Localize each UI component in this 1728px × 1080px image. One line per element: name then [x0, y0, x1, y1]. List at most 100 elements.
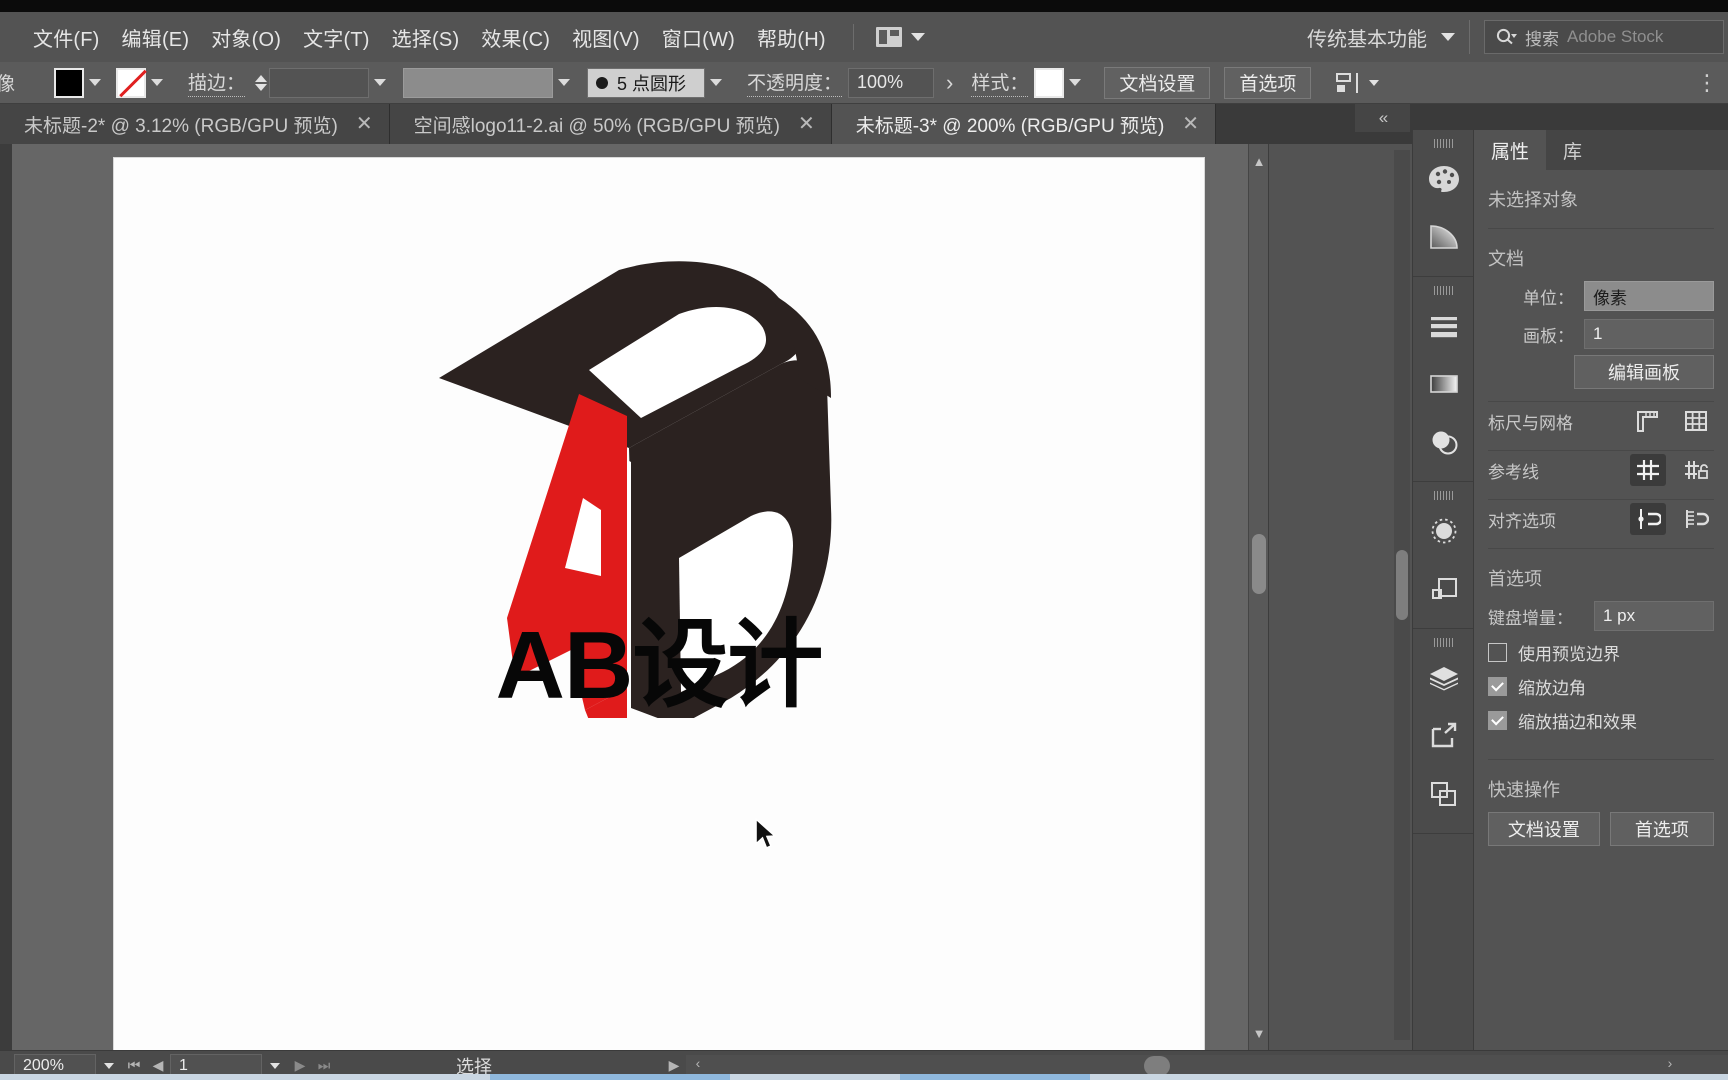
previous-artboard-button[interactable]: ◀ — [146, 1057, 170, 1074]
graphic-style-swatch[interactable] — [1034, 67, 1065, 98]
stroke-weight-input[interactable] — [269, 67, 370, 98]
fill-dropdown-icon[interactable] — [84, 68, 106, 98]
status-expand-icon[interactable]: ▶ — [662, 1057, 686, 1074]
last-artboard-button[interactable]: ⏭ — [312, 1057, 336, 1074]
hscroll-left-icon[interactable]: ‹ — [686, 1055, 710, 1071]
gradient-panel-icon[interactable] — [1413, 355, 1475, 413]
hscroll-right-icon[interactable]: › — [1658, 1055, 1682, 1071]
vertical-scroll-thumb[interactable] — [1252, 534, 1266, 594]
align-to-selection-control[interactable] — [1335, 71, 1380, 95]
menu-view[interactable]: 视图(V) — [561, 19, 651, 56]
menu-help[interactable]: 帮助(H) — [746, 19, 837, 56]
document-tab-untitled-3[interactable]: 未标题-3* @ 200% (RGB/GPU 预览) ✕ — [831, 104, 1217, 144]
brush-definition-input[interactable]: 5 点圆形 — [587, 67, 706, 98]
menu-right-divider — [1469, 20, 1470, 54]
rail-grip[interactable] — [1413, 283, 1473, 297]
checkbox-checked-icon[interactable] — [1488, 710, 1507, 730]
panel-scroll-thumb[interactable] — [1396, 550, 1408, 620]
close-icon[interactable]: ✕ — [1182, 114, 1199, 134]
color-palette-icon[interactable] — [1413, 150, 1475, 208]
opacity-input[interactable]: 100% — [848, 67, 935, 98]
checkbox-checked-icon[interactable] — [1488, 676, 1507, 696]
horizontal-scroll-thumb[interactable] — [1144, 1055, 1171, 1076]
first-artboard-button[interactable]: ⏮ — [122, 1057, 146, 1074]
grid-icon[interactable] — [1678, 405, 1714, 437]
panel-scrollbar[interactable] — [1394, 150, 1410, 1040]
taskbar-segment — [490, 1074, 730, 1080]
menu-bar: 文件(F) 编辑(E) 对象(O) 文字(T) 选择(S) 效果(C) 视图(V… — [0, 12, 1728, 62]
show-guides-icon[interactable] — [1630, 454, 1666, 486]
canvas-area[interactable]: AB设计 ▲ ▼ — [12, 144, 1268, 1050]
zoom-dropdown-icon[interactable] — [96, 1062, 122, 1069]
stroke-dropdown-icon[interactable] — [146, 68, 168, 98]
rail-grip[interactable] — [1413, 488, 1473, 502]
preview-bounds-label: 使用预览边界 — [1518, 644, 1620, 664]
workspace-switcher-label: 传统基本功能 — [1307, 28, 1427, 51]
artboard-dropdown-icon[interactable] — [262, 1062, 288, 1069]
artboard[interactable]: AB设计 — [113, 157, 1205, 1050]
arrange-documents-button[interactable] — [870, 22, 931, 52]
stroke-icon[interactable] — [1413, 297, 1475, 355]
quick-action-document-setup[interactable]: 文档设置 — [1488, 812, 1600, 846]
stroke-weight-stepper[interactable] — [255, 74, 268, 91]
menu-edit[interactable]: 编辑(E) — [111, 19, 201, 56]
asset-export-icon[interactable] — [1413, 707, 1475, 765]
stroke-profile-dropdown-icon[interactable] — [553, 68, 575, 98]
scroll-up-icon[interactable]: ▲ — [1249, 150, 1268, 172]
menu-window[interactable]: 窗口(W) — [651, 19, 746, 56]
artboards-icon[interactable] — [1413, 765, 1475, 823]
stroke-color-control[interactable] — [116, 67, 168, 98]
menu-object[interactable]: 对象(O) — [200, 19, 292, 56]
keyboard-increment-input[interactable]: 1 px — [1594, 601, 1714, 631]
fill-color-control[interactable] — [54, 67, 106, 98]
scale-corners-checkbox-row[interactable]: 缩放边角 — [1488, 669, 1714, 703]
layers-icon[interactable] — [1413, 649, 1475, 707]
menu-type[interactable]: 文字(T) — [292, 19, 381, 56]
artboard-input[interactable]: 1 — [1584, 319, 1714, 349]
brushes-icon[interactable] — [1413, 502, 1475, 560]
canvas-vertical-scrollbar[interactable]: ▲ ▼ — [1248, 144, 1268, 1050]
menu-file[interactable]: 文件(F) — [22, 19, 111, 56]
units-select[interactable]: 像素 — [1584, 281, 1714, 311]
next-artboard-button[interactable]: ▶ — [288, 1057, 312, 1074]
left-dock-edge — [0, 144, 12, 1050]
quick-action-preferences[interactable]: 首选项 — [1609, 812, 1714, 846]
document-tab-logo11-2[interactable]: 空间感logo11-2.ai @ 50% (RGB/GPU 预览) ✕ — [389, 104, 832, 144]
brand-text[interactable]: AB设计 — [496, 618, 824, 714]
menu-select[interactable]: 选择(S) — [381, 19, 471, 56]
opacity-expand-icon[interactable]: › — [946, 70, 953, 96]
lock-guides-icon[interactable] — [1678, 454, 1714, 486]
document-setup-button[interactable]: 文档设置 — [1104, 66, 1211, 99]
collapse-panels-button[interactable]: « — [1355, 104, 1410, 132]
preview-bounds-checkbox-row[interactable]: 使用预览边界 — [1488, 635, 1714, 669]
checkbox-unchecked-icon[interactable] — [1488, 642, 1507, 662]
preferences-button[interactable]: 首选项 — [1224, 66, 1312, 99]
rail-grip[interactable] — [1413, 635, 1473, 649]
close-icon[interactable]: ✕ — [356, 114, 373, 134]
scroll-down-icon[interactable]: ▼ — [1249, 1022, 1268, 1044]
document-tab-untitled-2[interactable]: 未标题-2* @ 3.12% (RGB/GPU 预览) ✕ — [0, 104, 390, 144]
graphic-style-dropdown-icon[interactable] — [1064, 68, 1086, 98]
control-bar-overflow-icon[interactable]: ⋮ — [1696, 70, 1728, 96]
tab-properties[interactable]: 属性 — [1474, 130, 1547, 170]
scale-strokes-checkbox-row[interactable]: 缩放描边和效果 — [1488, 703, 1714, 737]
stroke-swatch-none[interactable] — [116, 67, 146, 98]
workspace-chevron-down-icon[interactable] — [1441, 33, 1455, 41]
fill-swatch[interactable] — [54, 67, 84, 98]
edit-artboards-button[interactable]: 编辑画板 — [1574, 355, 1714, 389]
guides-label: 参考线 — [1488, 462, 1539, 482]
symbols-icon[interactable] — [1413, 560, 1475, 618]
close-icon[interactable]: ✕ — [798, 114, 815, 134]
gradient-icon[interactable] — [1413, 208, 1475, 266]
transparency-icon[interactable] — [1413, 413, 1475, 471]
snap-to-point-icon[interactable] — [1630, 503, 1666, 535]
menu-effect[interactable]: 效果(C) — [470, 19, 561, 56]
snap-to-grid-icon[interactable] — [1678, 503, 1714, 535]
brush-definition-dropdown-icon[interactable] — [705, 68, 727, 98]
stock-search-box[interactable]: 搜索 Adobe Stock — [1484, 20, 1724, 54]
ruler-icon[interactable] — [1630, 405, 1666, 437]
stroke-profile-input[interactable] — [403, 67, 554, 98]
tab-libraries[interactable]: 库 — [1546, 130, 1599, 170]
stroke-weight-dropdown-icon[interactable] — [369, 68, 391, 98]
rail-grip[interactable] — [1413, 136, 1473, 150]
